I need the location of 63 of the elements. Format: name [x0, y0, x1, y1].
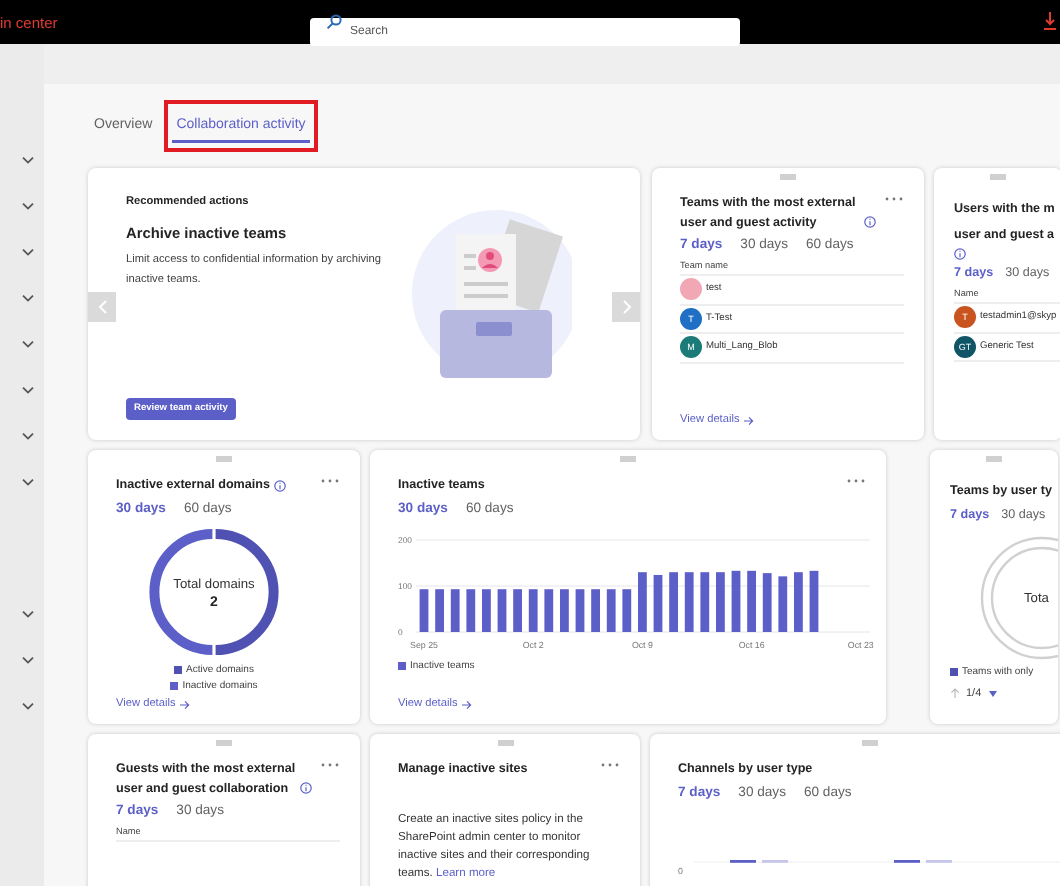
- bar: [653, 573, 663, 631]
- more-icon[interactable]: [320, 762, 340, 768]
- drag-handle-icon[interactable]: [986, 456, 1002, 462]
- bar: [638, 571, 647, 631]
- bar: [466, 588, 476, 631]
- drag-handle-icon[interactable]: [497, 740, 513, 746]
- chevron-down-icon[interactable]: [22, 154, 34, 166]
- drag-handle-icon[interactable]: [620, 456, 636, 462]
- chevron-right-icon: [621, 300, 631, 314]
- bar: [762, 572, 772, 631]
- bar: [684, 571, 694, 631]
- bar: [700, 571, 710, 631]
- bar: [482, 588, 491, 631]
- info-icon[interactable]: [864, 216, 876, 228]
- chevron-down-icon[interactable]: [22, 654, 34, 666]
- arrow-right-icon: [179, 699, 190, 709]
- bar: [778, 575, 788, 631]
- bar: [497, 588, 507, 631]
- bar: [591, 588, 600, 631]
- bar: [575, 588, 585, 631]
- drag-handle-icon[interactable]: [780, 174, 796, 180]
- search-icon: [326, 14, 342, 30]
- bar: [794, 571, 803, 631]
- chevron-down-icon[interactable]: [22, 608, 34, 620]
- chevron-down-icon[interactable]: [22, 430, 34, 442]
- bar: [528, 588, 538, 631]
- chevron-down-icon[interactable]: [22, 292, 34, 304]
- bar: [544, 588, 554, 631]
- bar: [560, 588, 569, 631]
- bar: [435, 588, 444, 631]
- drag-handle-icon[interactable]: [216, 456, 232, 462]
- chevron-down-icon[interactable]: [22, 700, 34, 712]
- bar: [622, 588, 632, 631]
- caret-down-icon[interactable]: [987, 689, 998, 697]
- drag-handle-icon[interactable]: [862, 740, 878, 746]
- info-icon[interactable]: [300, 782, 312, 794]
- chevron-down-icon[interactable]: [22, 200, 34, 212]
- chevron-down-icon[interactable]: [22, 384, 34, 396]
- more-icon[interactable]: [884, 196, 904, 202]
- bar: [669, 571, 678, 631]
- chevron-down-icon[interactable]: [22, 246, 34, 258]
- drag-handle-icon[interactable]: [990, 174, 1006, 180]
- bar: [731, 569, 741, 631]
- info-icon[interactable]: [274, 479, 286, 491]
- more-icon[interactable]: [846, 478, 866, 484]
- more-icon[interactable]: [320, 478, 340, 484]
- donut-chart: [149, 528, 279, 654]
- arrow-right-icon: [743, 415, 754, 425]
- more-icon[interactable]: [600, 762, 620, 768]
- arrow-right-icon: [461, 699, 472, 709]
- bar: [606, 588, 616, 631]
- info-icon[interactable]: [954, 248, 966, 260]
- drag-handle-icon[interactable]: [216, 740, 232, 746]
- chevron-down-icon[interactable]: [22, 476, 34, 488]
- chevron-left-icon: [97, 300, 107, 314]
- bar: [419, 588, 429, 631]
- download-icon[interactable]: [1044, 12, 1056, 30]
- bar: [513, 588, 522, 631]
- bar: [450, 588, 460, 631]
- bar: [809, 569, 819, 631]
- bar: [747, 569, 756, 631]
- bar: [716, 571, 725, 631]
- chevron-down-icon[interactable]: [22, 338, 34, 350]
